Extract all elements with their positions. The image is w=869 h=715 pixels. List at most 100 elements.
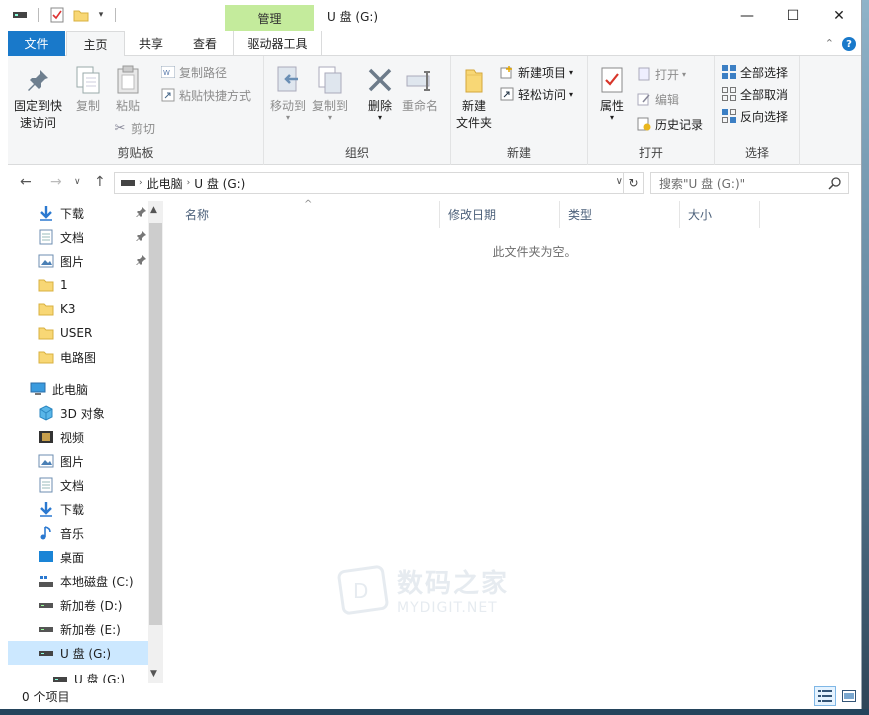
nav-item[interactable]: 下载 [8,497,148,521]
column-header-modified[interactable]: 修改日期 [440,201,560,228]
file-list[interactable]: ^ 名称 修改日期 类型 大小 此文件夹为空。 [163,199,861,683]
nav-item[interactable]: U 盘 (G:) [8,671,148,683]
select-all-button[interactable]: 全部选择 [721,62,788,82]
address-dropdown-icon[interactable]: ∨ [616,176,623,187]
nav-item[interactable]: 下载 [8,201,148,225]
address-bar[interactable]: › 此电脑 › U 盘 (G:) ∨ ↻ [114,172,644,194]
copy-path-icon: W [160,64,176,80]
pin-label-2: 速访问 [20,116,57,130]
context-tab-group-manage: 管理 [225,5,314,31]
delete-dropdown-icon: ▾ [377,113,382,122]
column-header-size[interactable]: 大小 [680,201,760,228]
breadcrumb-this-pc[interactable]: 此电脑 [147,175,183,192]
breadcrumb-chevron-icon[interactable]: › [187,178,191,188]
select-none-label: 全部取消 [740,87,789,102]
group-new: 新建 文件夹 新建项目 ▾ 轻松访问 ▾ 新建 [451,56,588,165]
nav-item-label: 文档 [60,230,85,245]
nav-item[interactable]: 视频 [8,425,148,449]
move-to-dropdown-icon: ▾ [286,113,291,122]
paste-shortcut-button[interactable]: 粘贴快捷方式 [160,85,251,105]
copy-path-button[interactable]: W 复制路径 [160,62,227,82]
nav-item[interactable]: K3 [8,297,148,321]
refresh-icon[interactable]: ↻ [623,173,643,193]
invert-selection-button[interactable]: 反向选择 [721,106,788,126]
scroll-up-icon[interactable]: ▲ [150,205,157,215]
edit-button[interactable]: 编辑 [636,89,679,109]
history-button[interactable]: 历史记录 [636,114,703,134]
tab-view[interactable]: 查看 [179,31,231,56]
select-none-button[interactable]: 全部取消 [721,84,788,104]
search-box[interactable]: 搜索"U 盘 (G:)" [650,172,849,194]
details-view-button[interactable] [814,686,836,706]
nav-item-label: U 盘 (G:) [74,673,126,683]
rename-button[interactable]: 重命名 [402,64,438,115]
column-header-name[interactable]: 名称 [177,201,440,228]
nav-item[interactable]: 图片 [8,449,148,473]
minimize-ribbon-icon[interactable]: ⌃ [825,37,834,50]
ribbon-tabs: 文件 主页 共享 查看 驱动器工具 ⌃ ? [8,31,861,57]
copy-button[interactable]: 复制 [72,64,104,115]
nav-item[interactable]: USER [8,321,148,345]
nav-item[interactable]: 新加卷 (D:) [8,593,148,617]
close-button[interactable]: ✕ [816,0,861,31]
nav-item[interactable]: 音乐 [8,521,148,545]
paste-icon [112,64,144,96]
pin-quick-access-button[interactable]: 固定到快 速访问 [14,64,62,132]
empty-folder-message: 此文件夹为空。 [492,245,577,259]
tab-drive-tools[interactable]: 驱动器工具 [233,31,322,56]
group-clipboard: 固定到快 速访问 复制 粘贴 W 复制路径 粘贴快捷方式 ✂ 剪切 剪贴板 [8,56,264,165]
nav-item[interactable]: 文档 [8,473,148,497]
recent-locations-icon[interactable]: ∨ [74,177,81,187]
tab-home[interactable]: 主页 [66,31,125,57]
nav-item[interactable]: 文档 [8,225,148,249]
new-item-button[interactable]: 新建项目 ▾ [499,62,573,82]
large-icons-view-icon [842,690,856,702]
properties-icon[interactable] [47,6,67,24]
drive-icon[interactable] [10,6,30,24]
cut-button[interactable]: ✂ 剪切 [112,118,155,138]
scrollbar-thumb[interactable] [149,223,162,625]
nav-item[interactable]: 1 [8,273,148,297]
nav-item[interactable]: 电路图 [8,345,148,369]
breadcrumb-chevron-icon[interactable]: › [139,178,143,188]
tab-file[interactable]: 文件 [8,31,65,56]
nav-item[interactable]: 图片 [8,249,148,273]
scroll-down-icon[interactable]: ▼ [150,669,157,679]
nav-item[interactable]: 桌面 [8,545,148,569]
nav-item[interactable]: 此电脑 [8,377,148,401]
new-folder-button[interactable]: 新建 文件夹 [456,64,492,132]
copy-icon [72,64,104,96]
minimize-button[interactable]: — [724,0,770,31]
help-icon[interactable]: ? [842,37,856,51]
maximize-button[interactable]: ☐ [770,0,816,31]
back-arrow-icon[interactable]: ← [20,174,32,190]
group-label-select: 选择 [744,146,769,160]
copy-to-button[interactable]: 复制到 ▾ [312,64,348,122]
breadcrumb-usb-drive[interactable]: U 盘 (G:) [194,175,245,192]
open-button[interactable]: 打开 ▾ [636,64,686,84]
move-to-button[interactable]: 移动到 ▾ [270,64,306,122]
nav-item-label: 下载 [60,502,85,517]
paste-button[interactable]: 粘贴 [112,64,144,115]
window-controls: — ☐ ✕ [724,0,861,31]
customize-qat-icon[interactable]: ▾ [95,6,107,24]
nav-item[interactable]: U 盘 (G:) [8,641,148,665]
open-label: 打开 [655,67,680,82]
column-header-type[interactable]: 类型 [560,201,680,228]
forward-arrow-icon[interactable]: → [50,174,62,190]
tab-share[interactable]: 共享 [125,31,177,56]
delete-button[interactable]: 删除 ▾ [364,64,396,122]
easy-access-button[interactable]: 轻松访问 ▾ [499,84,573,104]
large-icons-view-button[interactable] [838,686,860,706]
nav-item[interactable]: 3D 对象 [8,401,148,425]
nav-pane-scrollbar[interactable]: ▲ ▼ [148,201,163,683]
nav-item-label: K3 [60,302,76,316]
new-folder-icon[interactable] [71,6,91,24]
properties-button[interactable]: 属性 ▾ [596,64,628,122]
picture-icon [38,253,54,269]
up-arrow-icon[interactable]: ↑ [94,174,106,190]
watermark: D 数码之家 MYDIGIT.NET [335,563,509,616]
computer-icon [30,381,46,397]
nav-item[interactable]: 新加卷 (E:) [8,617,148,641]
nav-item[interactable]: 本地磁盘 (C:) [8,569,148,593]
